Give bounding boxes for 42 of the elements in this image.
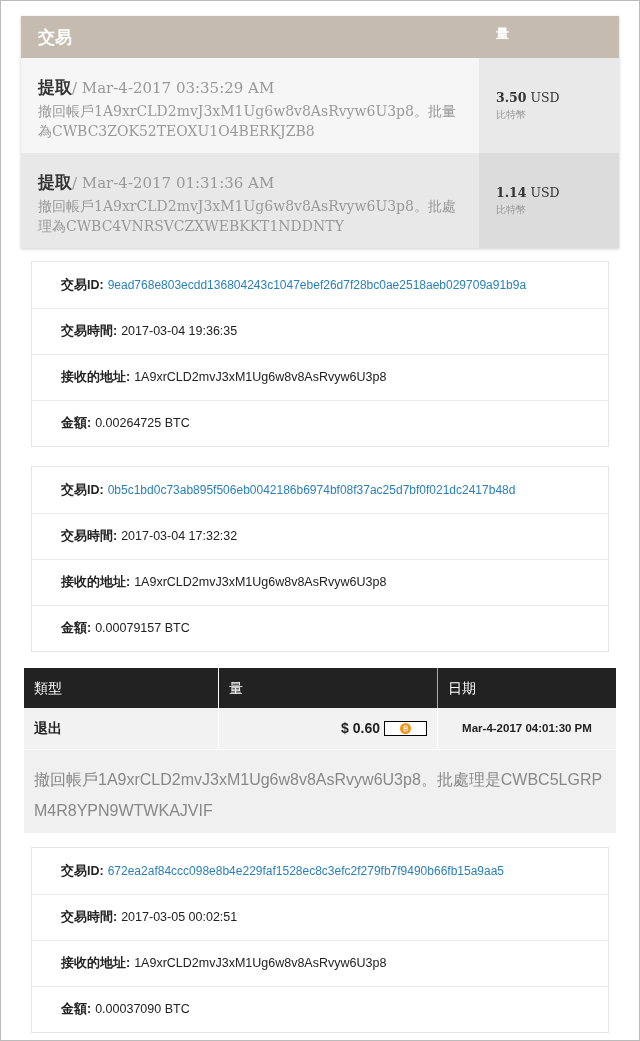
field-label: 交易ID: — [61, 481, 104, 499]
transaction-type: 提取 — [38, 77, 72, 99]
field-label: 金額: — [61, 415, 92, 433]
field-label: 金額: — [61, 620, 92, 638]
amount-unit: 比特幣 — [496, 108, 527, 123]
field-label: 接收的地址: — [61, 955, 131, 973]
field-label: 接收的地址: — [61, 574, 131, 592]
field-value: 2017-03-05 00:02:51 — [121, 909, 238, 927]
transaction-description: 撤回帳戶1A9xrCLD2mvJ3xM1Ug6w8v8AsRvyw6U3p8。批量為CWBC3ZOK52TEOXU1O4BERKJZB8 — [38, 101, 457, 141]
currency: USD — [530, 88, 560, 107]
amount-value: 1.14 — [496, 183, 527, 202]
field-value: 0.00037090 BTC — [95, 1001, 190, 1019]
transaction-link[interactable]: 672ea2af84ccc098e8b4e229faf1528ec8c3efc2f279fb7f9490b66fb15a9aa5 — [107, 862, 505, 880]
field-value: 1A9xrCLD2mvJ3xM1Ug6w8v8AsRvyw6U3p8 — [134, 955, 387, 973]
field-value: 2017-03-04 17:32:32 — [121, 528, 238, 546]
field-label: 交易ID: — [61, 862, 104, 880]
transaction-date: / Mar-4-2017 01:31:36 AM — [72, 173, 275, 194]
column-header: 日期 — [447, 678, 477, 698]
field-label: 金額: — [61, 1001, 92, 1019]
field-value: 0.00079157 BTC — [95, 620, 190, 638]
transaction-link[interactable]: 9ead768e803ecdd136804243c1047ebef26d7f28bc0ae2518aeb029709a91b9a — [107, 276, 527, 294]
transaction-description: 撤回帳戶1A9xrCLD2mvJ3xM1Ug6w8v8AsRvyw6U3p8。批處理為CWBC4VNRSVCZXWEBKKT1NDDNTY — [38, 196, 457, 236]
field-label: 接收的地址: — [61, 369, 131, 387]
column-header: 交易 — [37, 27, 73, 49]
transaction-date: / Mar-4-2017 03:35:29 AM — [72, 78, 275, 99]
amount-value: 3.50 — [496, 88, 527, 107]
column-header: 量 — [495, 25, 510, 43]
field-label: 交易時間: — [61, 908, 118, 927]
table-description: 撤回帳戶1A9xrCLD2mvJ3xM1Ug6w8v8AsRvyw6U3p8。批處理是CWBC5LGRPM4R8YPN9WTWKAJVIF — [34, 770, 604, 821]
field-value: 1A9xrCLD2mvJ3xM1Ug6w8v8AsRvyw6U3p8 — [134, 369, 387, 387]
table-cell-text: Mar-4-2017 04:01:30 PM — [461, 720, 593, 736]
transaction-type: 提取 — [38, 172, 72, 194]
amount-unit: 比特幣 — [496, 203, 527, 218]
field-label: 交易ID: — [61, 276, 104, 294]
field-value: 1A9xrCLD2mvJ3xM1Ug6w8v8AsRvyw6U3p8 — [134, 574, 387, 592]
field-value: 0.00264725 BTC — [95, 415, 190, 433]
field-value: 2017-03-04 19:36:35 — [121, 323, 238, 341]
table-cell-text: $ 0.60 — [341, 719, 380, 738]
currency: USD — [530, 183, 560, 202]
field-label: 交易時間: — [61, 527, 118, 546]
transaction-link[interactable]: 0b5c1bd0c73ab895f506eb0042186b6974bf08f37ac25d7bf0f021dc2417b48d — [107, 481, 516, 499]
field-label: 交易時間: — [61, 322, 118, 341]
